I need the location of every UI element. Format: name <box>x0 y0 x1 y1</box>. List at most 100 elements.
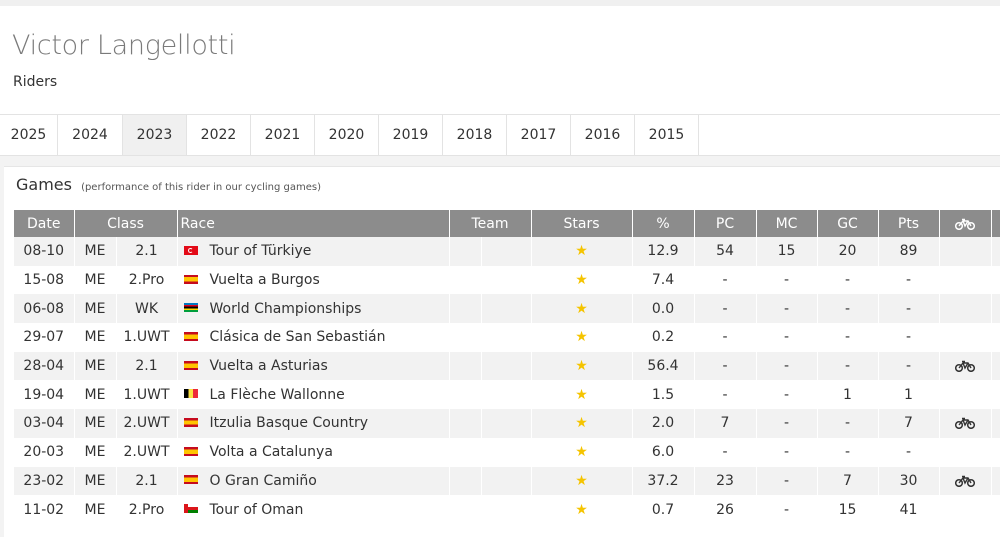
cell-extra <box>991 237 1000 266</box>
col-date[interactable]: Date <box>14 210 75 237</box>
table-header-row: Date Class Race Team Stars % PC MC GC Pt… <box>14 210 1000 237</box>
cell-bike <box>939 237 992 266</box>
col-stars[interactable]: Stars <box>531 210 633 237</box>
cell-team <box>449 265 482 295</box>
cell-pc: 7 <box>694 409 757 438</box>
tab-year-2016[interactable]: 2016 <box>571 115 635 155</box>
cell-bike <box>939 294 992 324</box>
cell-stars: ★ <box>531 466 633 496</box>
race-link[interactable]: Tour of Oman <box>210 502 304 518</box>
race-link[interactable]: La Flèche Wallonne <box>210 387 345 403</box>
race-link[interactable]: O Gran Camiño <box>210 473 317 489</box>
cell-pc: - <box>694 323 757 352</box>
table-row[interactable]: 28-04 ME 2.1 Vuelta a Asturias ★ 56.4- - - - <box>14 351 1000 381</box>
rider-header: Victor Langellotti Riders <box>0 0 1000 114</box>
table-row[interactable]: 11-02 ME 2.Pro Tour of Oman ★ 0.7 26-15 41 <box>14 495 1000 524</box>
tab-year-2020[interactable]: 2020 <box>315 115 379 155</box>
tab-year-2015[interactable]: 2015 <box>635 115 699 155</box>
tab-year-2019[interactable]: 2019 <box>379 115 443 155</box>
tab-year-2024[interactable]: 2024 <box>58 115 123 155</box>
tab-year-2018[interactable]: 2018 <box>443 115 507 155</box>
cell-mc: - <box>756 323 818 352</box>
cell-mc: - <box>756 294 818 324</box>
star-icon: ★ <box>575 272 588 289</box>
cell-date: 06-08 <box>14 294 75 324</box>
cell-gc: - <box>817 409 879 438</box>
table-row[interactable]: 23-02 ME 2.1 O Gran Camiño ★ 37.2 23-7 30 <box>14 466 1000 496</box>
cell-category: 2.1 <box>116 237 178 266</box>
tab-year-2023[interactable]: 2023 <box>123 115 187 155</box>
col-pts[interactable]: Pts <box>878 210 940 237</box>
cell-race: Vuelta a Asturias <box>177 351 450 381</box>
cell-class: ME <box>74 237 117 266</box>
cell-gc: - <box>817 437 879 467</box>
tab-year-2021[interactable]: 2021 <box>251 115 315 155</box>
col-mc[interactable]: MC <box>756 210 818 237</box>
cell-pct: 56.4 <box>632 351 695 381</box>
cell-team <box>449 409 482 438</box>
race-link[interactable]: Vuelta a Burgos <box>210 272 320 288</box>
cell-mc: - <box>756 351 818 381</box>
cell-pct: 0.0 <box>632 294 695 324</box>
cell-extra <box>991 351 1000 381</box>
cell-gc: - <box>817 351 879 381</box>
cell-date: 29-07 <box>14 323 75 352</box>
cell-stars: ★ <box>531 409 633 438</box>
flag-uci-icon <box>183 303 198 313</box>
cell-extra <box>991 380 1000 410</box>
cell-pts: - <box>878 265 940 295</box>
cell-date: 19-04 <box>14 380 75 410</box>
race-link[interactable]: Clásica de San Sebastián <box>210 329 386 345</box>
cell-mc: - <box>756 380 818 410</box>
table-row[interactable]: 20-03 ME 2.UWT Volta a Catalunya ★ 6.0- - - - <box>14 437 1000 467</box>
cell-stars: ★ <box>531 294 633 324</box>
col-team[interactable]: Team <box>449 210 532 237</box>
table-row[interactable]: 06-08 ME WK World Championships ★ 0.0- - - - <box>14 294 1000 324</box>
tab-year-2017[interactable]: 2017 <box>507 115 571 155</box>
col-class[interactable]: Class <box>74 210 178 237</box>
cell-pct: 0.7 <box>632 495 695 524</box>
cell-team-2 <box>481 265 532 295</box>
flag-es-icon <box>183 274 198 284</box>
race-link[interactable]: Itzulia Basque Country <box>210 415 369 431</box>
cell-team <box>449 237 482 266</box>
cell-race: Itzulia Basque Country <box>177 409 450 438</box>
cell-team-2 <box>481 323 532 352</box>
cell-date: 11-02 <box>14 495 75 524</box>
table-row[interactable]: 15-08 ME 2.Pro Vuelta a Burgos ★ 7.4- - - - <box>14 265 1000 295</box>
cell-race: Tour of Türkiye <box>177 237 450 266</box>
tab-year-2025[interactable]: 2025 <box>0 115 58 155</box>
cell-bike[interactable] <box>939 466 992 496</box>
star-icon: ★ <box>575 300 588 317</box>
cell-category: 1.UWT <box>116 380 178 410</box>
star-icon: ★ <box>575 386 588 403</box>
cell-pct: 12.9 <box>632 237 695 266</box>
table-row[interactable]: 29-07 ME 1.UWT Clásica de San Sebastián ★ 0.2… <box>14 323 1000 352</box>
cell-mc: 15 <box>756 237 818 266</box>
breadcrumb-riders[interactable]: Riders <box>13 74 57 90</box>
cell-team-2 <box>481 294 532 324</box>
table-row[interactable]: 08-10 ME 2.1 Tour of Türkiye ★ 12.9 54 15 20 89 <box>14 237 1000 266</box>
table-row[interactable]: 19-04 ME 1.UWT La Flèche Wallonne ★ 1.5- -1 1 <box>14 380 1000 410</box>
cell-gc: - <box>817 294 879 324</box>
cell-stars: ★ <box>531 351 633 381</box>
cell-extra <box>991 323 1000 352</box>
col-race[interactable]: Race <box>177 210 450 237</box>
col-pct[interactable]: % <box>632 210 695 237</box>
race-link[interactable]: World Championships <box>210 301 362 317</box>
race-link[interactable]: Volta a Catalunya <box>210 444 333 460</box>
cell-stars: ★ <box>531 265 633 295</box>
race-link[interactable]: Vuelta a Asturias <box>210 358 328 374</box>
cell-gc: 15 <box>817 495 879 524</box>
cell-bike[interactable] <box>939 351 992 381</box>
tab-year-2022[interactable]: 2022 <box>187 115 251 155</box>
col-bike[interactable] <box>939 210 992 237</box>
cell-class: ME <box>74 294 117 324</box>
table-row[interactable]: 03-04 ME 2.UWT Itzulia Basque Country ★ 2.0 7-… <box>14 409 1000 438</box>
race-link[interactable]: Tour of Türkiye <box>210 243 312 259</box>
col-gc[interactable]: GC <box>817 210 879 237</box>
col-pc[interactable]: PC <box>694 210 757 237</box>
cell-gc: 20 <box>817 237 879 266</box>
cell-bike[interactable] <box>939 409 992 438</box>
cell-race: Volta a Catalunya <box>177 437 450 467</box>
